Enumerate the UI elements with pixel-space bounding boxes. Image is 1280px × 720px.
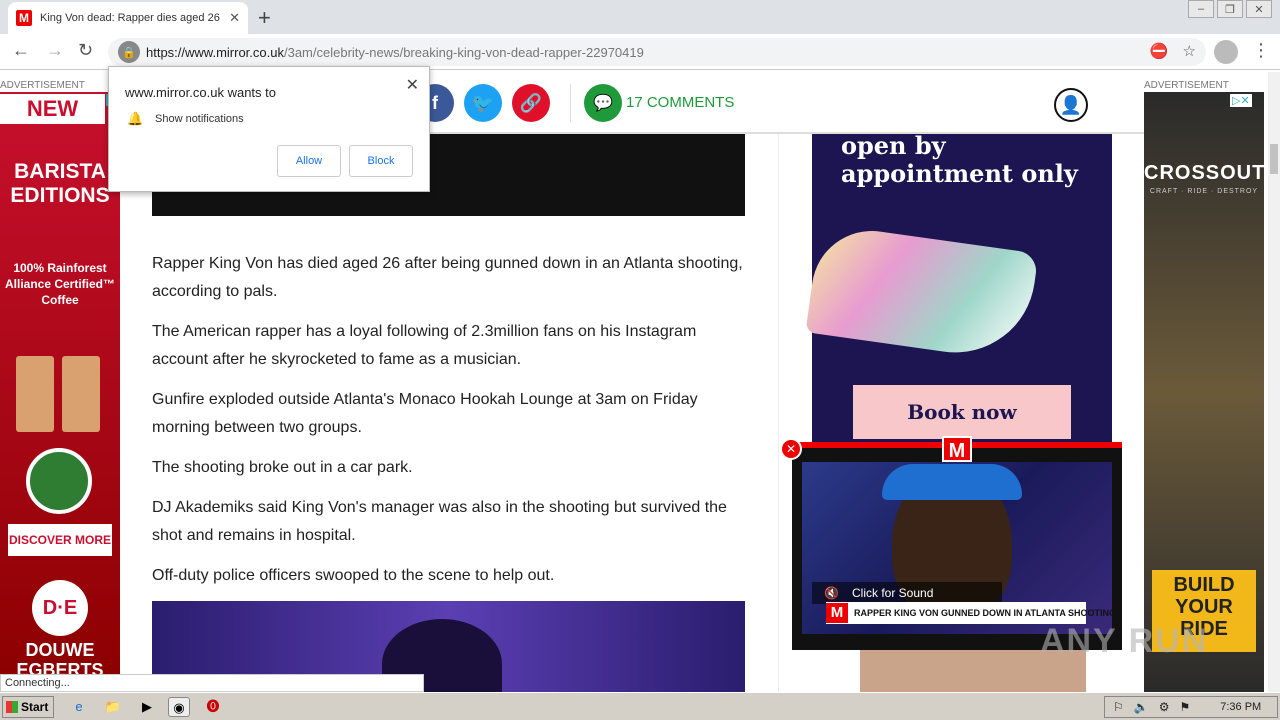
article-paragraph: The shooting broke out in a car park. — [152, 459, 413, 476]
right-ad-banner[interactable]: CROSSOUT CRAFT · RIDE · DESTROY BUILD YO… — [1144, 92, 1264, 692]
adchoices-icon[interactable]: ▷✕ — [1230, 94, 1252, 107]
url-domain: https://www.mirror.co.uk — [146, 44, 284, 60]
article-body: Rapper King Von has died aged 26 after b… — [152, 250, 752, 602]
scrollbar-thumb[interactable] — [1270, 144, 1278, 174]
vertical-scrollbar[interactable] — [1268, 72, 1280, 692]
new-tab-icon[interactable]: + — [258, 5, 271, 31]
mirror-logo-small: M — [826, 603, 848, 623]
window-controls: – ❐ ✕ — [1185, 0, 1272, 18]
windows-flag-icon — [6, 701, 18, 713]
url-path: /3am/celebrity-news/breaking-king-von-de… — [283, 44, 644, 60]
comments-count-link[interactable]: 17 COMMENTS — [626, 94, 734, 111]
video-headline-bar: M RAPPER KING VON GUNNED DOWN IN ATLANTA… — [826, 602, 1112, 624]
volume-icon[interactable]: 🔈 — [1134, 700, 1149, 714]
sound-label: Click for Sound — [852, 586, 934, 600]
tab-strip: M King Von dead: Rapper dies aged 26 ✕ +… — [0, 0, 1280, 34]
forward-icon[interactable]: → — [46, 40, 64, 61]
article-paragraph: The American rapper has a loyal followin… — [152, 323, 697, 368]
sidebar-ad-text: open by appointment only — [841, 131, 1078, 188]
mute-icon: 🔇 — [824, 586, 839, 600]
anyrun-watermark: ANY RUN — [1040, 622, 1209, 660]
browser-tab[interactable]: M King Von dead: Rapper dies aged 26 ✕ — [8, 2, 248, 34]
ad-label-right: ADVERTISEMENT — [1144, 80, 1229, 91]
blocked-icon[interactable]: ⛔ — [1150, 42, 1169, 60]
flag-icon[interactable]: ⚑ — [1179, 700, 1190, 714]
address-bar[interactable]: 🔒 https://www.mirror.co.uk/3am/celebrity… — [108, 38, 1206, 66]
reload-icon[interactable]: ↻ — [78, 40, 93, 61]
tab-title: King Von dead: Rapper dies aged 26 — [40, 12, 220, 24]
mirror-favicon-icon: M — [16, 10, 32, 26]
video-close-icon[interactable]: ✕ — [780, 438, 802, 460]
article-paragraph: Off-duty police officers swooped to the … — [152, 567, 555, 584]
header-divider — [570, 84, 571, 122]
chrome-icon[interactable]: ◉ — [168, 697, 190, 717]
paint-swirl-image — [805, 223, 1039, 363]
popup-close-icon[interactable]: ✕ — [406, 75, 419, 95]
article-paragraph: Gunfire exploded outside Atlanta's Monac… — [152, 391, 698, 436]
folder-icon[interactable]: 📁 — [102, 697, 124, 717]
douwe-egberts-logo: D·E — [32, 580, 88, 636]
lock-icon[interactable]: 🔒 — [118, 41, 140, 63]
book-now-button[interactable]: Book now — [853, 385, 1071, 439]
rainforest-seal-icon — [26, 448, 92, 514]
copy-link-icon[interactable]: 🔗 — [512, 84, 550, 122]
network-icon[interactable]: ⚐ — [1113, 700, 1124, 714]
left-ad-banner[interactable]: NEW ▷ BARISTA EDITIONS 100% Rainforest A… — [0, 92, 120, 692]
bell-icon: 🔔 — [127, 111, 144, 126]
menu-icon[interactable]: ⋮ — [1252, 40, 1270, 61]
block-button[interactable]: Block — [349, 145, 413, 177]
status-bar: Connecting... — [0, 674, 424, 692]
discover-more-button[interactable]: DISCOVER MORE — [8, 524, 112, 556]
clock[interactable]: 7:36 PM — [1220, 701, 1261, 713]
ad-new-badge: NEW — [0, 94, 105, 124]
system-tray: ⚐ 🔈 ⚙ ⚑ 7:36 PM — [1104, 696, 1278, 718]
minimize-icon[interactable]: – — [1188, 0, 1214, 18]
media-player-icon[interactable]: ▶ — [136, 697, 158, 717]
notification-permission-popup: www.mirror.co.uk wants to ✕ 🔔 Show notif… — [108, 66, 430, 192]
comment-icon[interactable]: 💬 — [584, 84, 622, 122]
crossout-tagline: CRAFT · RIDE · DESTROY — [1149, 188, 1259, 195]
restore-icon[interactable]: ❐ — [1217, 0, 1243, 18]
popup-description: Show notifications — [155, 113, 244, 125]
bookmark-star-icon[interactable]: ☆ — [1183, 42, 1196, 60]
url-text: https://www.mirror.co.uk/3am/celebrity-n… — [146, 45, 644, 60]
usb-icon[interactable]: ⚙ — [1159, 700, 1170, 714]
article-paragraph: Rapper King Von has died aged 26 after b… — [152, 255, 743, 300]
profile-avatar[interactable] — [1214, 40, 1238, 64]
crossout-logo: CROSSOUT — [1144, 162, 1266, 184]
video-thumbnail[interactable]: 🔇 Click for Sound M RAPPER KING VON GUNNE… — [802, 462, 1112, 634]
user-account-icon[interactable]: 👤 — [1054, 88, 1088, 122]
allow-button[interactable]: Allow — [277, 145, 341, 177]
mirror-logo: M — [942, 436, 972, 462]
start-label: Start — [21, 700, 49, 714]
back-icon[interactable]: ← — [12, 40, 30, 61]
twitter-share-icon[interactable]: 🐦 — [464, 84, 502, 122]
taskbar: Start e 📁 ▶ ◉ ⓿ ⚐ 🔈 ⚙ ⚑ 7:36 PM — [0, 692, 1280, 720]
ad-subtext: 100% Rainforest Alliance Certified™ Coff… — [4, 261, 116, 307]
click-for-sound-button[interactable]: 🔇 Click for Sound — [812, 582, 1002, 604]
omnibox-icons: ⛔ ☆ — [1150, 42, 1196, 60]
popup-title: www.mirror.co.uk wants to — [125, 85, 276, 100]
window-close-icon[interactable]: ✕ — [1246, 0, 1272, 18]
browser-toolbar: ← → ↻ 🔒 https://www.mirror.co.uk/3am/cel… — [0, 34, 1280, 70]
article-paragraph: DJ Akademiks said King Von's manager was… — [152, 499, 727, 544]
coffee-bags-image — [16, 356, 100, 432]
tab-close-icon[interactable]: ✕ — [229, 10, 240, 26]
ad-headline: BARISTA EDITIONS — [10, 160, 110, 207]
start-button[interactable]: Start — [2, 696, 54, 718]
floating-video-player[interactable]: 🔇 Click for Sound M RAPPER KING VON GUNNE… — [780, 436, 1122, 650]
opera-icon[interactable]: ⓿ — [202, 697, 224, 717]
column-divider — [778, 134, 779, 692]
sidebar-ad[interactable]: open by appointment only Book now — [805, 131, 1112, 454]
ie-icon[interactable]: e — [68, 697, 90, 717]
video-headline: RAPPER KING VON GUNNED DOWN IN ATLANTA S… — [854, 608, 1112, 618]
ad-label-left: ADVERTISEMENT — [0, 80, 85, 91]
